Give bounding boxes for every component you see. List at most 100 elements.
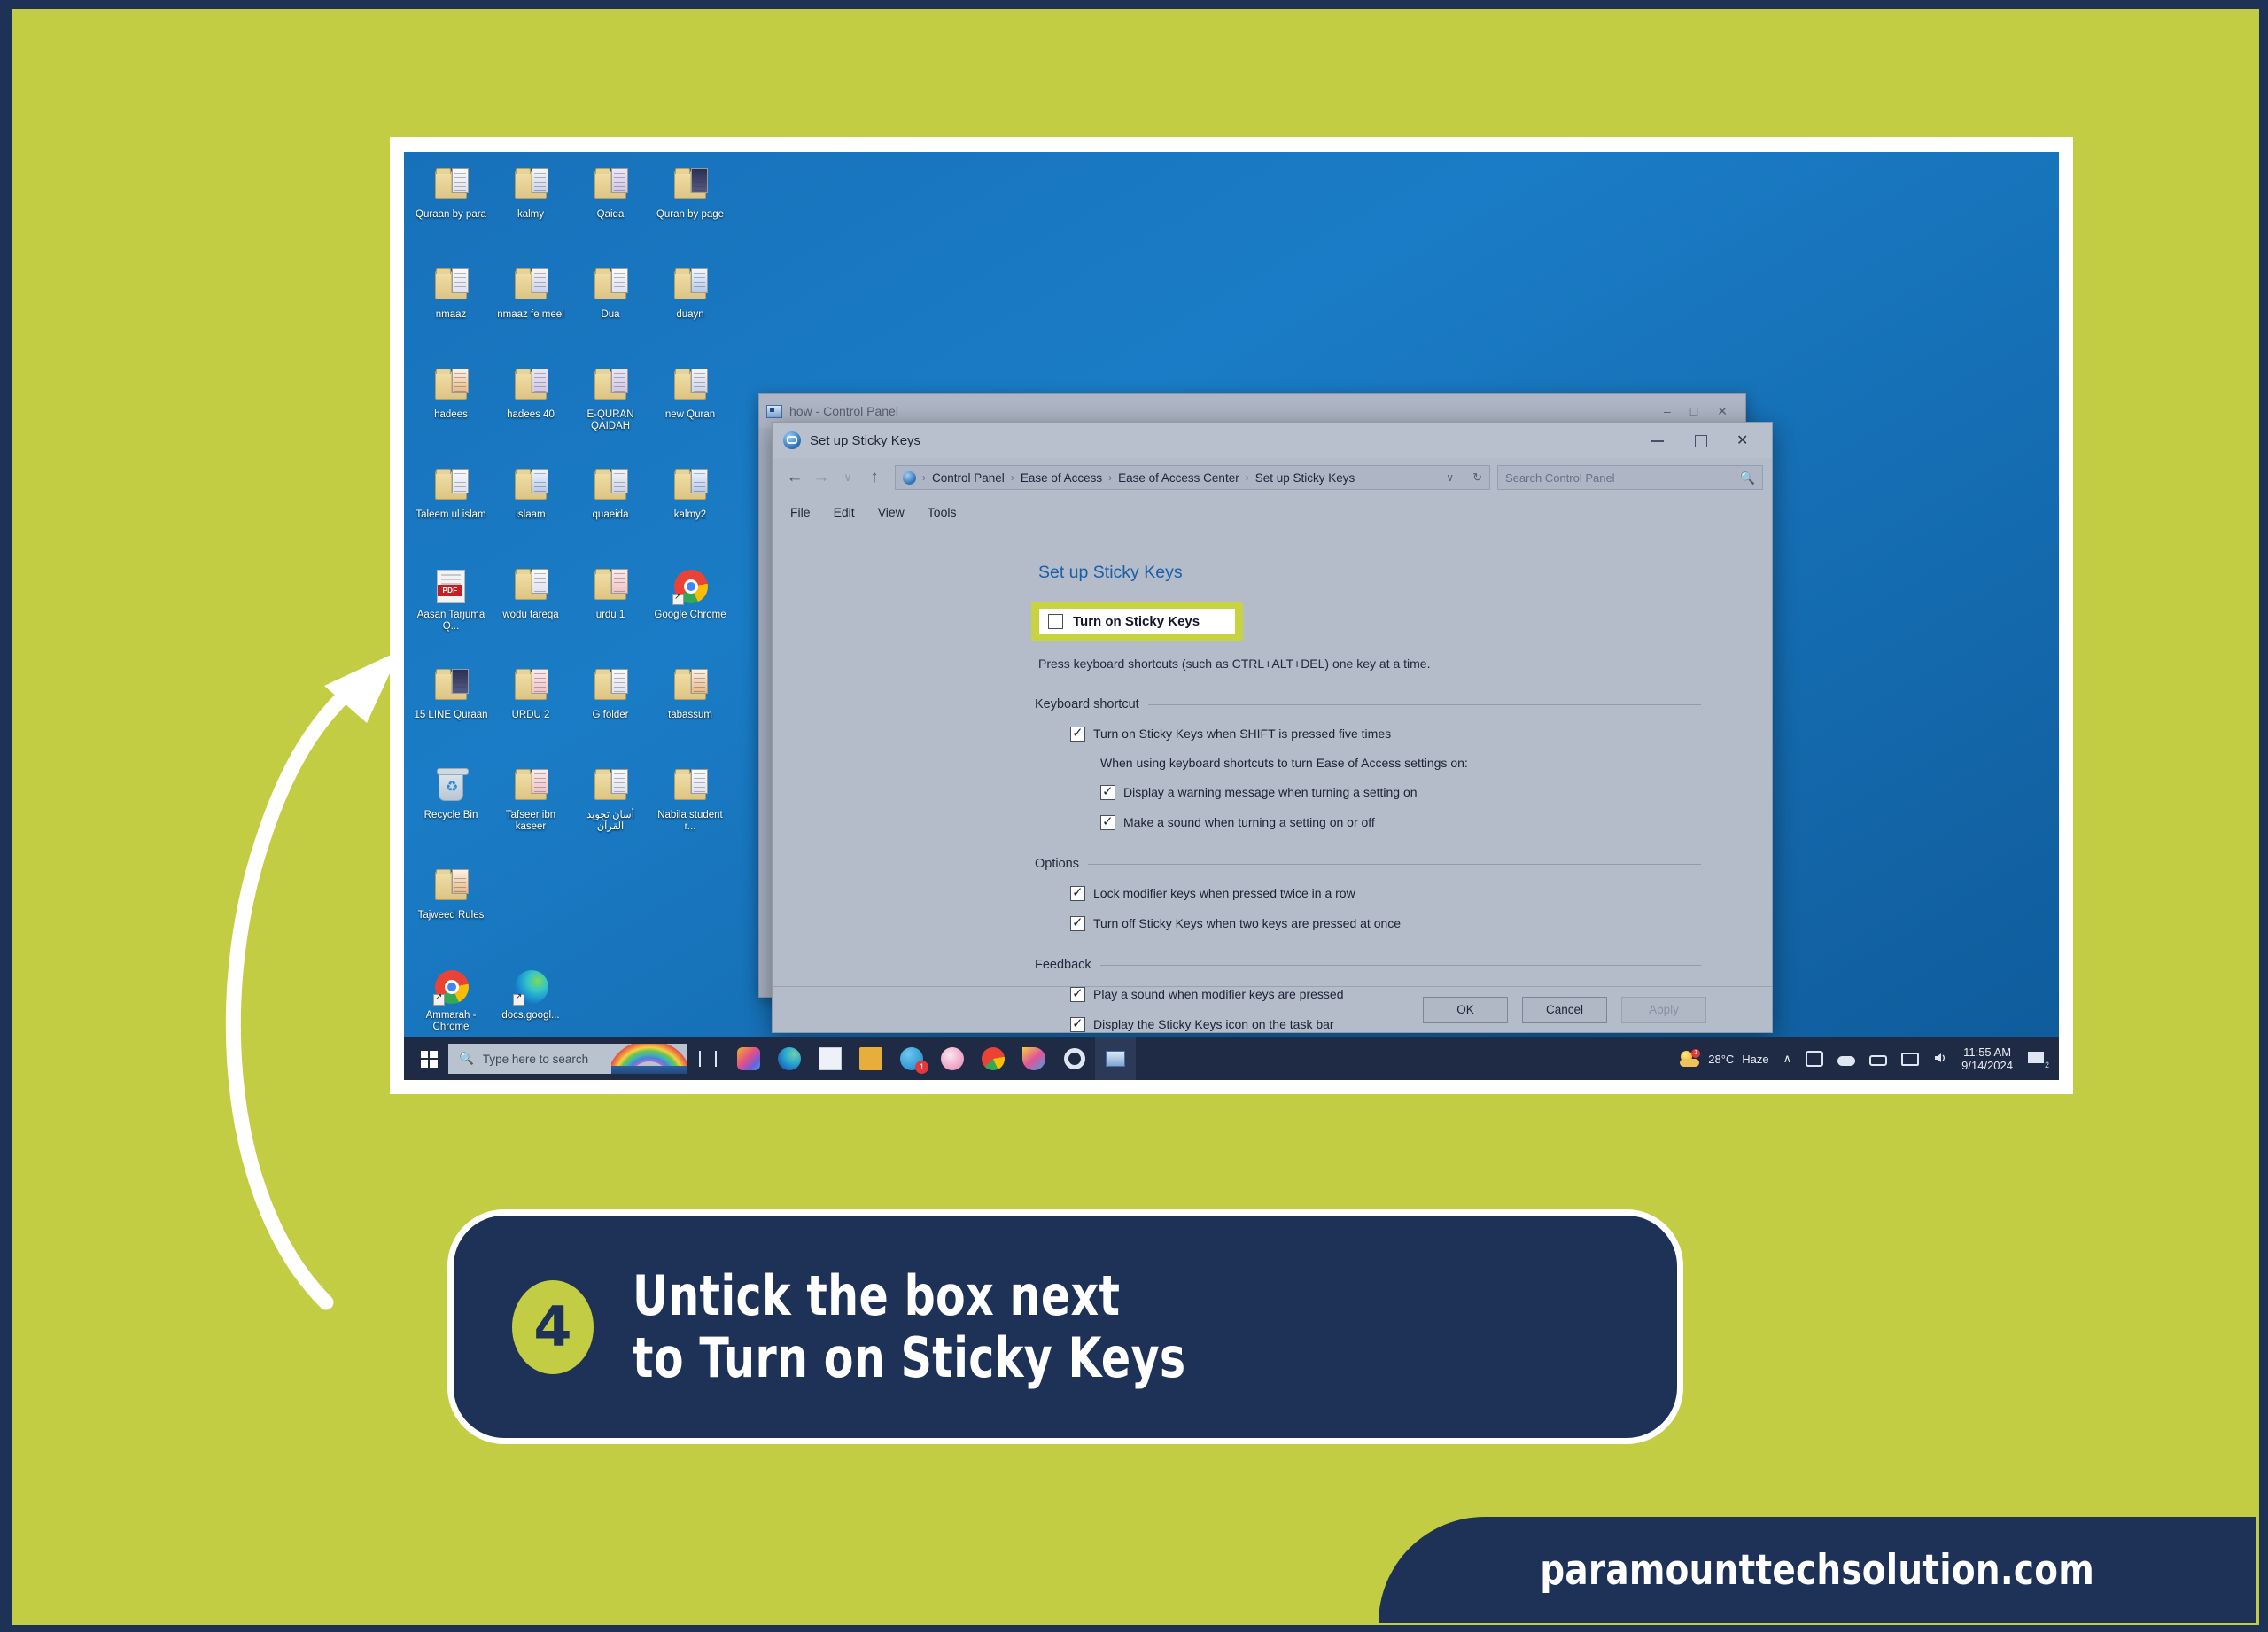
desktop-icon[interactable]: Quraan by para — [413, 160, 489, 260]
desktop-icon[interactable]: G folder — [572, 661, 649, 761]
volume-icon[interactable] — [1933, 1051, 1947, 1067]
desktop-icon[interactable]: Nabila student r... — [652, 761, 728, 861]
windows-logo-icon — [420, 1050, 438, 1068]
menu-edit[interactable]: Edit — [834, 505, 855, 519]
up-button[interactable]: ↑ — [861, 468, 888, 487]
refresh-icon[interactable]: ↻ — [1472, 470, 1482, 485]
option-row[interactable]: Turn off Sticky Keys when two keys are p… — [1070, 914, 1772, 931]
weather-widget[interactable]: 1 28°C Haze — [1679, 1049, 1769, 1068]
forward-button[interactable]: → — [808, 468, 835, 487]
notifications-icon[interactable]: 2 — [2027, 1051, 2049, 1069]
recent-pages-button[interactable]: ∨ — [835, 470, 861, 485]
desktop-icon[interactable]: Qaida — [572, 160, 649, 260]
taskbar-search-input[interactable]: 🔍 Type here to search — [448, 1044, 687, 1074]
desktop-icon[interactable]: kalmy2 — [652, 461, 728, 561]
desktop-icon[interactable]: E-QURAN QAIDAH — [572, 361, 649, 461]
breadcrumb-item-set-up-sticky-keys[interactable]: Set up Sticky Keys — [1255, 471, 1355, 485]
shift-five-times-checkbox[interactable] — [1070, 725, 1085, 742]
clock[interactable]: 11:55 AM 9/14/2024 — [1961, 1045, 2013, 1072]
desktop-icon[interactable]: URDU 2 — [493, 661, 569, 761]
breadcrumb-item-ease-of-access[interactable]: Ease of Access — [1021, 471, 1102, 485]
file-explorer-icon[interactable] — [850, 1037, 891, 1080]
tray-expand-chevron-icon[interactable]: ∧ — [1783, 1052, 1792, 1066]
desktop-icon-empty — [493, 861, 569, 961]
turn-off-two-keys-checkbox[interactable] — [1070, 914, 1085, 931]
snip-sketch-icon[interactable] — [932, 1037, 973, 1080]
task-view-icon[interactable] — [687, 1037, 728, 1080]
desktop-icon[interactable]: PDF Aasan Tarjuma Q... — [413, 561, 489, 661]
option-row[interactable]: Display a warning message when turning a… — [1100, 783, 1772, 800]
skype-icon[interactable]: 1 — [891, 1037, 932, 1080]
turn-on-sticky-keys-checkbox[interactable] — [1048, 614, 1063, 629]
desktop-icon[interactable]: nmaaz fe meel — [493, 260, 569, 361]
desktop-icon[interactable]: أسان تجوید القرآن — [572, 761, 649, 861]
desktop-icon[interactable]: hadees 40 — [493, 361, 569, 461]
background-window-buttons[interactable]: – □ ✕ — [1664, 404, 1738, 419]
background-close-icon[interactable]: ✕ — [1717, 404, 1728, 419]
desktop-icon[interactable]: kalmy — [493, 160, 569, 260]
desktop-icon[interactable]: islaam — [493, 461, 569, 561]
background-maximize-icon[interactable]: □ — [1690, 404, 1697, 419]
paint-icon[interactable] — [1014, 1037, 1054, 1080]
back-button[interactable]: ← — [781, 468, 808, 487]
network-icon[interactable] — [1901, 1052, 1920, 1066]
breadcrumb-item-control-panel[interactable]: Control Panel — [932, 471, 1005, 485]
instruction-banner: 4 Untick the box next to Turn on Sticky … — [447, 1209, 1683, 1444]
breadcrumb[interactable]: › Control Panel › Ease of Access › Ease … — [895, 465, 1490, 490]
weather-badge: 1 — [1691, 1049, 1701, 1058]
desktop-icon[interactable]: hadees — [413, 361, 489, 461]
desktop-icon[interactable]: quaeida — [572, 461, 649, 561]
desktop-icon[interactable]: Recycle Bin — [413, 761, 489, 861]
turn-on-sticky-keys-row[interactable]: Turn on Sticky Keys — [1039, 609, 1236, 634]
close-button[interactable] — [1733, 431, 1752, 450]
folder-icon — [431, 268, 470, 305]
ok-button[interactable]: OK — [1423, 996, 1508, 1023]
background-minimize-icon[interactable]: – — [1664, 404, 1671, 419]
folder-icon — [511, 568, 550, 605]
desktop-icon[interactable]: Quran by page — [652, 160, 728, 260]
edge-icon[interactable] — [769, 1037, 810, 1080]
chrome-icon[interactable] — [973, 1037, 1014, 1080]
menu-view[interactable]: View — [878, 505, 905, 519]
battery-icon[interactable] — [1869, 1054, 1888, 1066]
search-input[interactable]: Search Control Panel 🔍 — [1497, 465, 1763, 490]
desktop-icon[interactable]: wodu tareqa — [493, 561, 569, 661]
onedrive-icon[interactable] — [1806, 1051, 1824, 1067]
sticky-keys-window[interactable]: Set up Sticky Keys ← → ∨ ↑ › Con — [772, 422, 1773, 1033]
mail-icon[interactable] — [810, 1037, 850, 1080]
desktop-icon-label: nmaaz — [435, 309, 467, 320]
desktop-icon[interactable]: urdu 1 — [572, 561, 649, 661]
desktop-icon[interactable]: duayn — [652, 260, 728, 361]
settings-icon[interactable] — [1054, 1037, 1095, 1080]
desktop-icon[interactable]: new Quran — [652, 361, 728, 461]
option-row[interactable]: Lock modifier keys when pressed twice in… — [1070, 884, 1772, 901]
make-sound-checkbox[interactable] — [1100, 813, 1115, 830]
start-button[interactable] — [409, 1039, 448, 1078]
desktop-icon[interactable]: Dua — [572, 260, 649, 361]
breadcrumb-item-ease-of-access-center[interactable]: Ease of Access Center — [1118, 471, 1239, 485]
option-row[interactable]: Make a sound when turning a setting on o… — [1100, 813, 1772, 830]
desktop-icon[interactable]: nmaaz — [413, 260, 489, 361]
desktop-icon[interactable]: tabassum — [652, 661, 728, 761]
desktop-icon[interactable]: Taleem ul islam — [413, 461, 489, 561]
minimize-button[interactable] — [1648, 431, 1667, 450]
desktop-icon-empty — [652, 861, 728, 961]
desktop-icon[interactable]: Tajweed Rules — [413, 861, 489, 961]
control-panel-icon[interactable] — [1095, 1037, 1136, 1080]
desktop-icon[interactable]: Google Chrome — [652, 561, 728, 661]
folder-icon — [511, 668, 550, 705]
menu-file[interactable]: File — [790, 505, 811, 519]
widgets-icon[interactable] — [728, 1037, 769, 1080]
menu-tools[interactable]: Tools — [928, 505, 957, 519]
desktop-icon[interactable]: Tafseer ibn kaseer — [493, 761, 569, 861]
desktop-icon[interactable]: 15 LINE Quraan — [413, 661, 489, 761]
warning-message-checkbox[interactable] — [1100, 783, 1115, 800]
lock-modifier-keys-checkbox[interactable] — [1070, 884, 1085, 901]
dialog-menubar[interactable]: File Edit View Tools — [773, 497, 1772, 527]
cloud-icon[interactable] — [1837, 1055, 1856, 1066]
breadcrumb-root-icon — [903, 470, 916, 485]
option-row[interactable]: Turn on Sticky Keys when SHIFT is presse… — [1070, 725, 1772, 742]
maximize-button[interactable] — [1690, 431, 1710, 450]
cancel-button[interactable]: Cancel — [1522, 996, 1607, 1023]
address-dropdown-icon[interactable]: ∨ — [1446, 471, 1454, 484]
